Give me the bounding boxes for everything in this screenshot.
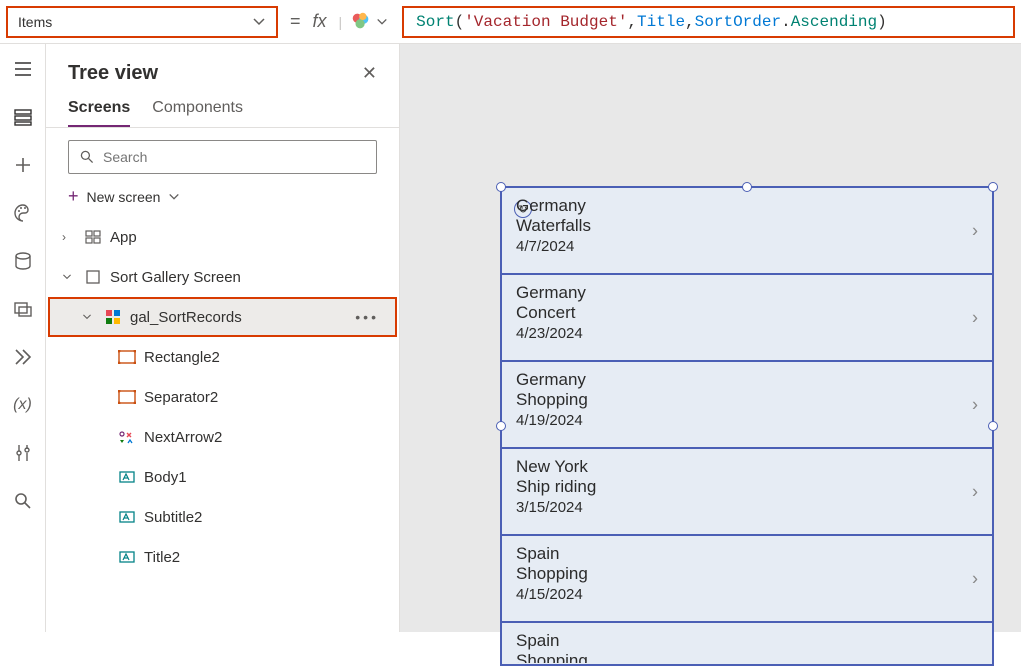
plus-icon: + [68, 186, 79, 207]
fx-label: fx [313, 11, 327, 32]
tab-screens[interactable]: Screens [68, 99, 130, 127]
chevron-right-icon[interactable]: › [972, 394, 978, 415]
gallery-title: Spain [516, 544, 978, 564]
gallery-date: 4/23/2024 [516, 325, 978, 342]
chevron-down-icon [168, 191, 180, 203]
gallery-subtitle: Ship riding [516, 477, 978, 497]
chevron-right-icon[interactable]: › [972, 220, 978, 241]
equals-sign: = [290, 11, 301, 32]
property-selector[interactable]: Items [6, 6, 278, 38]
search-input[interactable] [103, 149, 366, 165]
app-icon [84, 228, 102, 246]
data-icon[interactable] [12, 250, 34, 272]
close-icon[interactable]: ✕ [362, 63, 377, 84]
rectangle-icon [118, 348, 136, 366]
tree-node-nextarrow2[interactable]: NextArrow2 [46, 417, 399, 457]
gallery-date: 4/15/2024 [516, 586, 978, 603]
icon-control-icon [118, 428, 136, 446]
gallery-title: Germany [516, 283, 978, 303]
gallery-title: Germany [516, 370, 978, 390]
formula-bar: Items = fx | Sort ( 'Vacation Budget' , … [0, 0, 1021, 44]
tree-node-separator2[interactable]: Separator2 [46, 377, 399, 417]
chevron-down-icon [376, 16, 388, 28]
more-icon[interactable]: ••• [355, 309, 385, 325]
tree-label: Separator2 [144, 389, 389, 406]
tree-label: App [110, 229, 389, 246]
tools-icon[interactable] [12, 442, 34, 464]
gallery-icon [104, 308, 122, 326]
tree-label: Subtitle2 [144, 509, 389, 526]
theme-icon[interactable] [12, 202, 34, 224]
label-icon [118, 548, 136, 566]
gallery-title: New York [516, 457, 978, 477]
chevron-down-icon[interactable] [82, 312, 96, 322]
gallery-control[interactable]: ↻ Germany Waterfalls 4/7/2024 › Germany … [500, 186, 994, 666]
gallery-subtitle: Shopping [516, 564, 978, 584]
gallery-item[interactable]: Germany Shopping 4/19/2024 › [502, 362, 992, 449]
tree-node-gal-sortrecords[interactable]: gal_SortRecords ••• [48, 297, 397, 337]
gallery-subtitle: Shopping [516, 390, 978, 410]
gallery-item[interactable]: Spain Shopping [502, 623, 992, 663]
property-value: Items [18, 14, 52, 30]
copilot-icon [350, 10, 374, 34]
tree-node-title2[interactable]: Title2 [46, 537, 399, 577]
tree-view-icon[interactable] [12, 106, 34, 128]
tree-body: › App Sort Gallery Screen gal_SortRecord… [46, 217, 399, 632]
tree-label: Body1 [144, 469, 389, 486]
canvas[interactable]: ↻ Germany Waterfalls 4/7/2024 › Germany … [400, 44, 1021, 632]
tree-view-panel: Tree view ✕ Screens Components + New scr… [46, 44, 400, 632]
formula-fn: Sort [416, 13, 454, 31]
power-automate-icon[interactable] [12, 346, 34, 368]
variables-icon[interactable]: (x) [12, 394, 34, 416]
copilot-dropdown[interactable] [350, 10, 388, 34]
search-icon[interactable] [12, 490, 34, 512]
label-icon [118, 468, 136, 486]
gallery-title: Spain [516, 631, 978, 651]
search-icon [79, 149, 95, 165]
media-icon[interactable] [12, 298, 34, 320]
gallery-item[interactable]: Spain Shopping 4/15/2024 › [502, 536, 992, 623]
gallery-subtitle: Waterfalls [516, 216, 978, 236]
search-box[interactable] [68, 140, 377, 174]
tree-node-rectangle2[interactable]: Rectangle2 [46, 337, 399, 377]
tree-label: NextArrow2 [144, 429, 389, 446]
tree-label: Title2 [144, 549, 389, 566]
tree-node-app[interactable]: › App [46, 217, 399, 257]
gallery-title: Germany [516, 196, 978, 216]
formula-input[interactable]: Sort ( 'Vacation Budget' , Title , SortO… [402, 6, 1015, 38]
new-screen-label: New screen [87, 189, 161, 205]
left-rail: (x) [0, 44, 46, 632]
chevron-down-icon[interactable] [62, 272, 76, 282]
tree-node-subtitle2[interactable]: Subtitle2 [46, 497, 399, 537]
gallery-item[interactable]: New York Ship riding 3/15/2024 › [502, 449, 992, 536]
chevron-right-icon[interactable]: › [972, 307, 978, 328]
label-icon [118, 508, 136, 526]
hamburger-icon[interactable] [12, 58, 34, 80]
gallery-subtitle: Concert [516, 303, 978, 323]
tree-label: Sort Gallery Screen [110, 269, 389, 286]
tree-label: Rectangle2 [144, 349, 389, 366]
rectangle-icon [118, 388, 136, 406]
new-screen-button[interactable]: + New screen [46, 182, 399, 217]
tree-tabs: Screens Components [46, 91, 399, 128]
chevron-right-icon[interactable]: › [972, 481, 978, 502]
gallery-item[interactable]: Germany Waterfalls 4/7/2024 › [502, 188, 992, 275]
chevron-down-icon [252, 15, 266, 29]
chevron-right-icon[interactable]: › [972, 568, 978, 589]
chevron-right-icon[interactable]: › [62, 230, 76, 244]
tab-components[interactable]: Components [152, 99, 243, 127]
tree-view-title: Tree view [68, 62, 158, 85]
tree-node-body1[interactable]: Body1 [46, 457, 399, 497]
screen-icon [84, 268, 102, 286]
gallery-date: 4/19/2024 [516, 412, 978, 429]
insert-icon[interactable] [12, 154, 34, 176]
gallery-date: 4/7/2024 [516, 238, 978, 255]
tree-node-sort-screen[interactable]: Sort Gallery Screen [46, 257, 399, 297]
gallery-item[interactable]: Germany Concert 4/23/2024 › [502, 275, 992, 362]
tree-label: gal_SortRecords [130, 309, 347, 326]
gallery-date: 3/15/2024 [516, 499, 978, 516]
gallery-subtitle: Shopping [516, 651, 978, 663]
